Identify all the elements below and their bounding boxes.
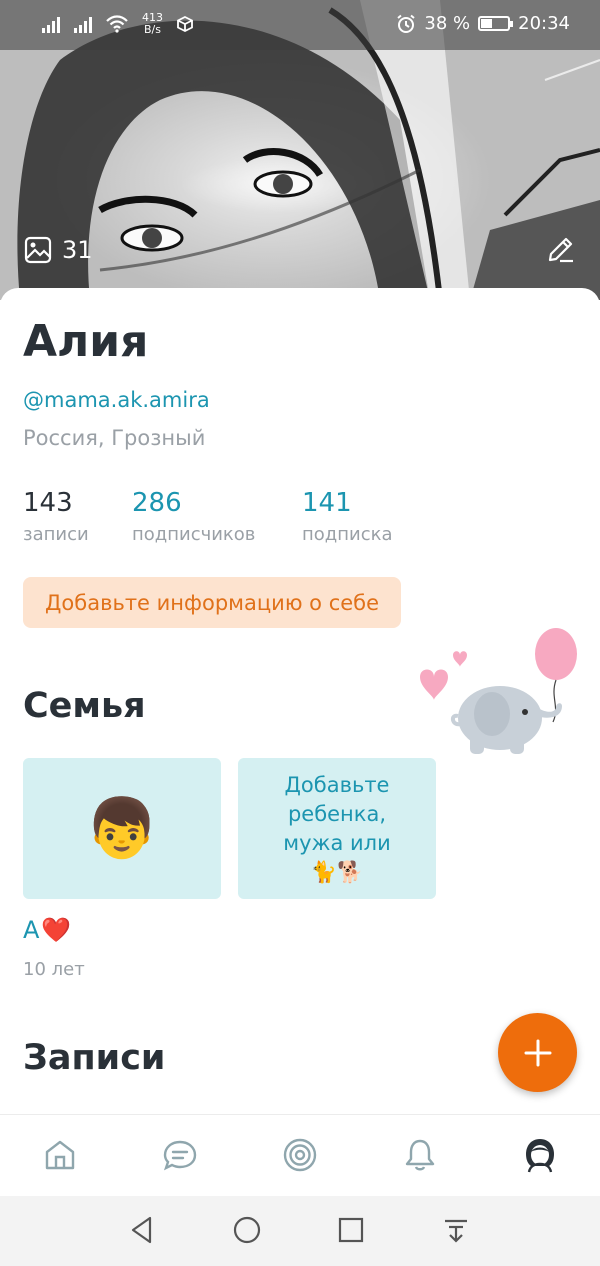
home-icon <box>45 1140 75 1170</box>
wifi-icon <box>106 15 128 33</box>
alarm-icon <box>397 14 416 33</box>
boy-emoji: 👦 <box>85 794 159 862</box>
add-about-button[interactable]: Добавьте информацию о себе <box>23 577 402 628</box>
cover-photo[interactable]: 413 B/s 38 % 20:34 31 <box>0 0 600 300</box>
profile-card: Алия @mama.ak.amira Россия, Грозный 143 … <box>0 288 600 1118</box>
target-icon <box>283 1138 317 1172</box>
nfc-icon <box>177 16 193 32</box>
nav-messages[interactable] <box>160 1135 200 1175</box>
nav-notifications[interactable] <box>400 1135 440 1175</box>
image-icon <box>24 236 52 264</box>
stat-followers[interactable]: 286 подписчиков <box>132 488 255 545</box>
posts-section-title: Записи <box>23 1038 166 1078</box>
photo-count: 31 <box>62 236 93 264</box>
battery-percent: 38 % <box>424 13 471 34</box>
heart-small-icon <box>453 651 467 667</box>
family-member-tile[interactable]: 👦 <box>23 758 221 899</box>
bell-icon <box>405 1139 435 1171</box>
pencil-icon <box>548 237 573 263</box>
system-navigation-bar <box>0 1196 600 1266</box>
stat-posts[interactable]: 143 записи <box>23 488 89 545</box>
nav-home[interactable] <box>40 1135 80 1175</box>
heart-icon <box>420 669 448 700</box>
profile-location: Россия, Грозный <box>23 426 206 450</box>
add-family-text: Добавьте ребенка, мужа или 🐈🐕 <box>283 772 391 884</box>
stat-followers-value: 286 <box>132 488 182 518</box>
recents-square-icon <box>338 1217 364 1243</box>
nav-discover[interactable] <box>280 1135 320 1175</box>
family-section-title: Семья <box>23 686 146 726</box>
home-circle-icon <box>233 1216 261 1244</box>
profile-icon <box>526 1139 554 1173</box>
network-speed: 413 B/s <box>142 11 163 36</box>
battery-icon <box>478 16 514 31</box>
signal-icon-2 <box>74 15 92 33</box>
back-triangle-icon <box>131 1216 152 1244</box>
edit-cover-button[interactable] <box>546 234 576 268</box>
system-notifications-pull-button[interactable] <box>438 1212 474 1248</box>
stat-followers-label: подписчиков <box>132 524 256 545</box>
plus-icon <box>524 1039 551 1066</box>
system-back-button[interactable] <box>124 1212 160 1248</box>
nav-profile[interactable] <box>520 1135 560 1175</box>
stat-posts-value: 143 <box>23 488 73 518</box>
photo-count-button[interactable]: 31 <box>24 236 93 264</box>
family-member-name[interactable]: А ❤️ <box>23 916 71 944</box>
pull-down-icon <box>445 1219 467 1243</box>
clock: 20:34 <box>518 13 570 34</box>
heart-emoji: ❤️ <box>41 916 72 944</box>
status-bar: 413 B/s 38 % 20:34 <box>0 0 600 50</box>
add-post-button[interactable] <box>498 1013 577 1092</box>
signal-icon <box>42 15 60 33</box>
chat-icon <box>163 1140 197 1171</box>
profile-name: Алия <box>23 316 149 367</box>
system-home-button[interactable] <box>229 1212 265 1248</box>
profile-handle[interactable]: @mama.ak.amira <box>23 388 210 412</box>
system-recents-button[interactable] <box>333 1212 369 1248</box>
stat-following[interactable]: 141 подписка <box>302 488 393 545</box>
stat-following-value: 141 <box>302 488 352 518</box>
family-member-age: 10 лет <box>23 959 85 980</box>
add-family-member-tile[interactable]: Добавьте ребенка, мужа или 🐈🐕 <box>238 758 436 899</box>
stat-following-label: подписка <box>302 524 393 545</box>
stat-posts-label: записи <box>23 524 89 545</box>
bottom-navigation <box>0 1114 600 1196</box>
elephant-balloon-illustration <box>420 628 577 754</box>
